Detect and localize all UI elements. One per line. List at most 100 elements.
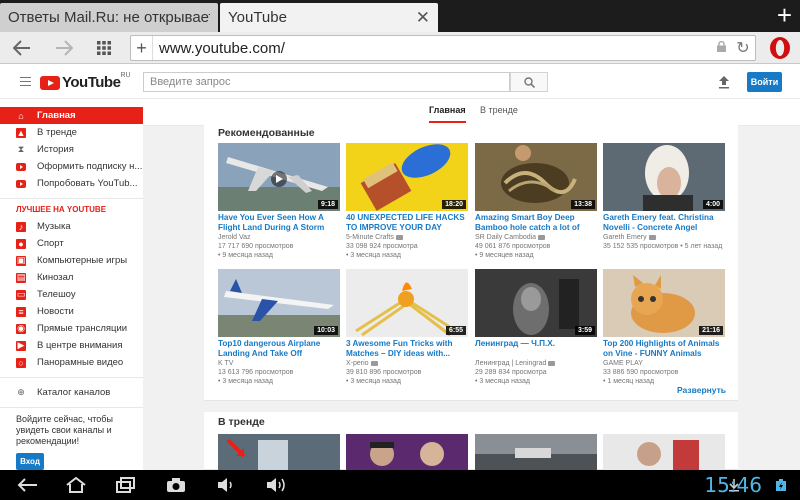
video-title[interactable]: Top 200 Highlights of Animals on Vine - … — [603, 339, 725, 359]
video-thumbnail[interactable]: 18:20 — [346, 143, 468, 211]
back-icon[interactable] — [14, 475, 42, 495]
video-title[interactable]: 40 UNEXPECTED LIFE HACKS TO IMPROVE YOUR… — [346, 213, 468, 233]
channel-name[interactable]: Gareth Emery — [603, 234, 647, 241]
browser-tab-mailru[interactable]: Ответы Mail.Ru: не открывается — [0, 3, 218, 32]
new-tab-button[interactable]: + — [777, 2, 792, 28]
video-thumbnail[interactable] — [346, 434, 468, 470]
video-thumbnail[interactable]: 6:55 — [346, 269, 468, 337]
video-title[interactable]: Have You Ever Seen How A Flight Land Dur… — [218, 213, 340, 233]
sidebar-item-home[interactable]: ⌂ Главная — [0, 107, 143, 124]
channel-name[interactable]: 5-Minute Crafts — [346, 234, 394, 241]
sidebar-item-trending[interactable]: ▲ В тренде — [0, 124, 143, 141]
sidebar-item-try-red[interactable]: Попробовать YouTub... — [0, 175, 143, 192]
video-card[interactable]: 10:03 Top10 dangerous Airplane Landing A… — [218, 269, 340, 386]
youtube-logo[interactable]: YouTube RU — [40, 72, 131, 91]
channel-name[interactable]: SR Daily Cambodia — [475, 234, 536, 241]
sidebar-item-news[interactable]: ≡ Новости — [0, 303, 143, 320]
add-bookmark-icon[interactable]: + — [131, 36, 153, 60]
home-icon[interactable] — [62, 475, 90, 495]
recent-apps-icon[interactable] — [112, 475, 140, 495]
sidebar-item-history[interactable]: ⧗ История — [0, 141, 143, 158]
video-card[interactable]: 6:55 3 Awesome Fun Tricks with Matches –… — [346, 269, 468, 386]
spotlight-icon: ▶ — [16, 340, 26, 351]
volume-up-icon[interactable] — [262, 475, 290, 495]
logo-wordmark: YouTube — [62, 74, 121, 91]
url-text[interactable]: www.youtube.com/ — [153, 40, 711, 57]
sidebar-item-movies[interactable]: ▤ Кинозал — [0, 269, 143, 286]
sidebar-item-subscribe[interactable]: Оформить подписку н... — [0, 158, 143, 175]
video-card[interactable]: 18:20 40 UNEXPECTED LIFE HACKS TO IMPROV… — [346, 143, 468, 260]
video-channel[interactable]: Jerold Vaz — [218, 233, 340, 242]
video-thumbnail[interactable] — [603, 434, 725, 470]
video-thumbnail[interactable] — [475, 434, 597, 470]
video-channel[interactable]: 5-Minute Crafts — [346, 233, 468, 242]
video-card[interactable]: 21:16 Top 200 Highlights of Animals on V… — [603, 269, 725, 386]
search-input[interactable]: Введите запрос — [143, 72, 510, 92]
video-card[interactable]: 4:00 Gareth Emery feat. Christina Novell… — [603, 143, 725, 251]
video-thumbnail[interactable]: 13:38 — [475, 143, 597, 211]
video-title[interactable]: Amazing Smart Boy Deep Bamboo hole catch… — [475, 213, 597, 233]
sidebar-item-spotlight[interactable]: ▶ В центре внимания — [0, 337, 143, 354]
sidebar-item-live[interactable]: ◉ Прямые трансляции — [0, 320, 143, 337]
sidebar-item-gaming[interactable]: ▣ Компьютерные игры — [0, 252, 143, 269]
speed-dial-grid-icon[interactable] — [92, 36, 116, 60]
video-card[interactable]: 13:38 Amazing Smart Boy Deep Bamboo hole… — [475, 143, 597, 260]
opera-menu-icon[interactable] — [768, 36, 792, 60]
video-thumbnail[interactable]: 3:59 — [475, 269, 597, 337]
tab-trending[interactable]: В тренде — [480, 105, 518, 121]
video-thumbnail[interactable]: 9:18 — [218, 143, 340, 211]
upload-icon[interactable] — [716, 74, 732, 90]
sidebar-item-tv[interactable]: ▭ Телешоу — [0, 286, 143, 303]
hamburger-menu-icon[interactable] — [20, 77, 31, 86]
youtube-red-icon — [16, 162, 26, 172]
video-channel[interactable]: Ленинград | Leningrad — [475, 359, 597, 368]
video-channel[interactable]: K TV — [218, 359, 340, 368]
video-duration: 6:55 — [445, 326, 466, 335]
signin-button[interactable]: Войти — [747, 72, 782, 92]
video-channel[interactable]: X-perio — [346, 359, 468, 368]
search-button[interactable] — [510, 72, 548, 92]
browser-tab-youtube[interactable]: YouTube ✕ — [220, 3, 438, 32]
hourglass-icon: ⧗ — [17, 144, 25, 154]
video-thumbnail[interactable]: 10:03 — [218, 269, 340, 337]
close-tab-icon[interactable]: ✕ — [410, 8, 430, 28]
video-card[interactable]: 9:18 Have You Ever Seen How A Flight Lan… — [218, 143, 340, 260]
video-age-text: 3 месяца назад — [350, 252, 401, 259]
sidebar-item-label: Компьютерные игры — [37, 255, 128, 266]
youtube-red-icon — [16, 179, 26, 189]
volume-down-icon[interactable] — [212, 475, 240, 495]
video-title[interactable]: Top10 dangerous Airplane Landing And Tak… — [218, 339, 340, 359]
video-channel[interactable]: SR Daily Cambodia — [475, 233, 597, 242]
channel-name[interactable]: X-perio — [346, 360, 369, 367]
sidebar-item-label: Каталог каналов — [37, 387, 111, 398]
video-title[interactable]: 3 Awesome Fun Tricks with Matches – DIY … — [346, 339, 468, 359]
reload-icon[interactable]: ↻ — [731, 38, 755, 58]
channel-name[interactable]: Ленинград | Leningrad — [475, 360, 546, 367]
video-card[interactable]: 3:59 Ленинград — Ч.П.Х. Ленинград | Leni… — [475, 269, 597, 386]
forward-arrow-icon[interactable] — [50, 36, 78, 60]
video-thumbnail[interactable]: 4:00 — [603, 143, 725, 211]
sidebar-login-button[interactable]: Вход — [16, 453, 44, 470]
video-age-text: 5 лет назад — [684, 243, 723, 250]
sidebar-divider — [0, 198, 143, 199]
video-thumbnail[interactable]: 21:16 — [603, 269, 725, 337]
video-channel[interactable]: Gareth Emery — [603, 233, 725, 242]
video-title[interactable]: Ленинград — Ч.П.Х. — [475, 339, 597, 359]
video-channel[interactable]: GAME PLAY — [603, 359, 725, 368]
video-duration: 18:20 — [442, 200, 466, 209]
sidebar-item-360[interactable]: ○ Панорамные видео — [0, 354, 143, 371]
sidebar-item-catalog[interactable]: ⊕ Каталог каналов — [0, 384, 143, 401]
tab-home[interactable]: Главная — [429, 105, 466, 123]
video-title[interactable]: Gareth Emery feat. Christina Novelli - C… — [603, 213, 725, 233]
verified-icon — [395, 234, 403, 240]
sidebar-item-sport[interactable]: ● Спорт — [0, 235, 143, 252]
gaming-icon: ▣ — [16, 255, 26, 266]
video-duration: 10:03 — [314, 326, 338, 335]
expand-shelf-link[interactable]: Развернуть — [677, 385, 726, 395]
url-field[interactable]: + www.youtube.com/ ↻ — [130, 35, 756, 61]
sidebar-item-music[interactable]: ♪ Музыка — [0, 218, 143, 235]
back-arrow-icon[interactable] — [8, 36, 36, 60]
trending-shelf: В тренде — [204, 412, 738, 470]
camera-icon[interactable] — [162, 475, 190, 495]
video-thumbnail[interactable] — [218, 434, 340, 470]
